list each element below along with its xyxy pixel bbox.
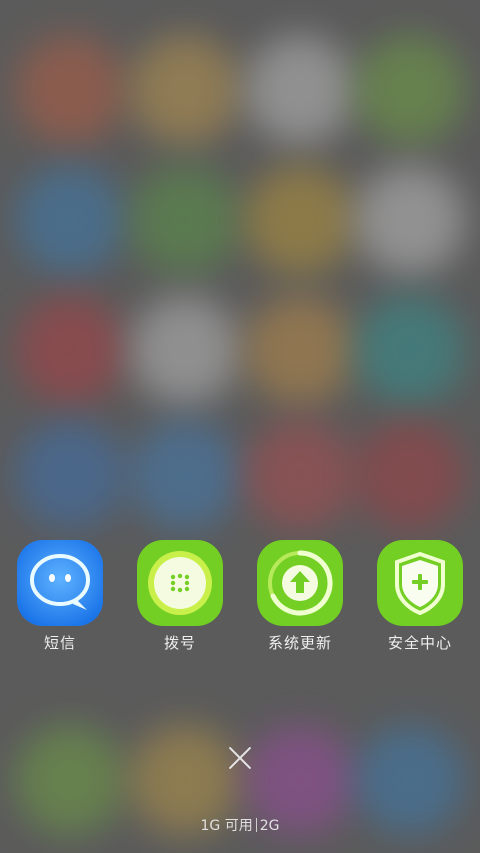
update-icon xyxy=(257,540,343,626)
app-label: 短信 xyxy=(43,634,76,652)
app-label: 系统更新 xyxy=(267,634,332,652)
app-label: 安全中心 xyxy=(387,634,452,652)
memory-status: 1G 可用 2G xyxy=(0,815,480,835)
dialpad-icon xyxy=(137,540,223,626)
message-icon xyxy=(17,540,103,626)
close-icon[interactable] xyxy=(226,744,254,772)
shield-icon xyxy=(377,540,463,626)
recent-apps-dock: 短信 拨号 系统更新 安全中心 xyxy=(0,540,480,660)
memory-total: 2G xyxy=(259,818,280,834)
memory-available: 1G 可用 xyxy=(200,818,253,834)
app-label: 拨号 xyxy=(163,634,196,652)
memory-divider xyxy=(255,818,257,832)
app-dialer[interactable]: 拨号 xyxy=(130,540,230,653)
app-messages[interactable]: 短信 xyxy=(10,540,110,653)
blurred-app-grid xyxy=(0,0,480,853)
app-security-center[interactable]: 安全中心 xyxy=(370,540,470,653)
background-dim xyxy=(0,0,480,853)
app-system-update[interactable]: 系统更新 xyxy=(250,540,350,653)
